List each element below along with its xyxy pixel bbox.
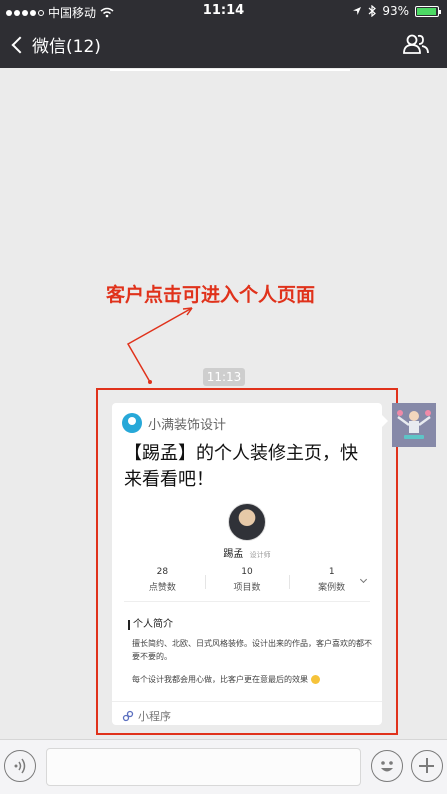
chat-timestamp: 11:13: [203, 368, 245, 386]
stat-projects: 10 项目数: [204, 567, 290, 597]
card-footer: 小程序: [122, 708, 171, 724]
intro-body-second: 每个设计我都会用心做，比客户更在意最后的效果: [132, 673, 372, 686]
designer-info: 踢孟 设计师: [112, 545, 382, 560]
back-button[interactable]: 微信(12): [10, 32, 101, 57]
message-input[interactable]: [46, 748, 361, 786]
mini-program-icon: [122, 710, 134, 722]
stat-value: 1: [328, 567, 335, 577]
card-app-row: 小满装饰设计: [122, 413, 226, 433]
designer-name: 踢孟: [223, 549, 244, 560]
avatar-illustration: [392, 403, 436, 447]
card-title: 【踢孟】的个人装修主页，快来看看吧！: [124, 443, 358, 490]
intro-heading: 个人简介: [128, 620, 173, 630]
status-right: 93%: [352, 4, 441, 18]
card-footer-divider: [112, 701, 382, 702]
designer-avatar: [228, 503, 266, 541]
stat-value: 10: [241, 567, 253, 577]
app-name: 小满装饰设计: [148, 417, 227, 433]
voice-input-button[interactable]: [4, 750, 36, 782]
sender-avatar[interactable]: [392, 403, 436, 447]
nav-divider: [110, 69, 350, 71]
status-bar: 中国移动 11:14 93%: [0, 0, 447, 22]
app-logo-icon: [122, 413, 142, 433]
mini-program-card[interactable]: 小满装饰设计 【踢孟】的个人装修主页，快来看看吧！ 踢孟 设计师 28 点赞数 …: [112, 403, 388, 725]
battery-icon: [415, 5, 441, 17]
mini-program-label: 小程序: [138, 710, 171, 723]
voice-icon: [14, 758, 26, 774]
stat-label: 点赞数: [148, 583, 176, 593]
smile-emoji-icon: [310, 675, 320, 684]
back-label: 微信(12): [32, 37, 101, 57]
nav-bar: 微信(12): [0, 22, 447, 68]
emoji-button[interactable]: [371, 750, 403, 782]
chevron-left-icon: [11, 36, 29, 53]
chat-input-bar: [0, 739, 447, 794]
smiley-icon: [381, 761, 393, 772]
stat-label: 案例数: [318, 583, 346, 593]
battery-percent: 93%: [382, 4, 409, 18]
designer-stats: 28 点赞数 10 项目数 1 案例数: [120, 567, 374, 597]
annotation-arrow: [126, 307, 193, 384]
designer-role: 设计师: [249, 551, 271, 559]
location-arrow-icon: [353, 7, 362, 15]
intro-body-second-text: 每个设计我都会用心做，比客户更在意最后的效果: [132, 675, 308, 684]
stat-likes: 28 点赞数: [120, 567, 205, 597]
card-divider: [124, 601, 370, 602]
chat-members-icon[interactable]: [403, 34, 429, 54]
intro-body: 擅长简约、北欧、日式风格装修。设计出来的作品，客户喜欢的都不要不要的。: [132, 639, 372, 661]
stat-label: 项目数: [233, 583, 261, 593]
stat-cases: 1 案例数: [289, 567, 374, 597]
bluetooth-icon: [368, 5, 377, 17]
more-options-button[interactable]: [411, 750, 443, 782]
stat-value: 28: [156, 567, 169, 577]
